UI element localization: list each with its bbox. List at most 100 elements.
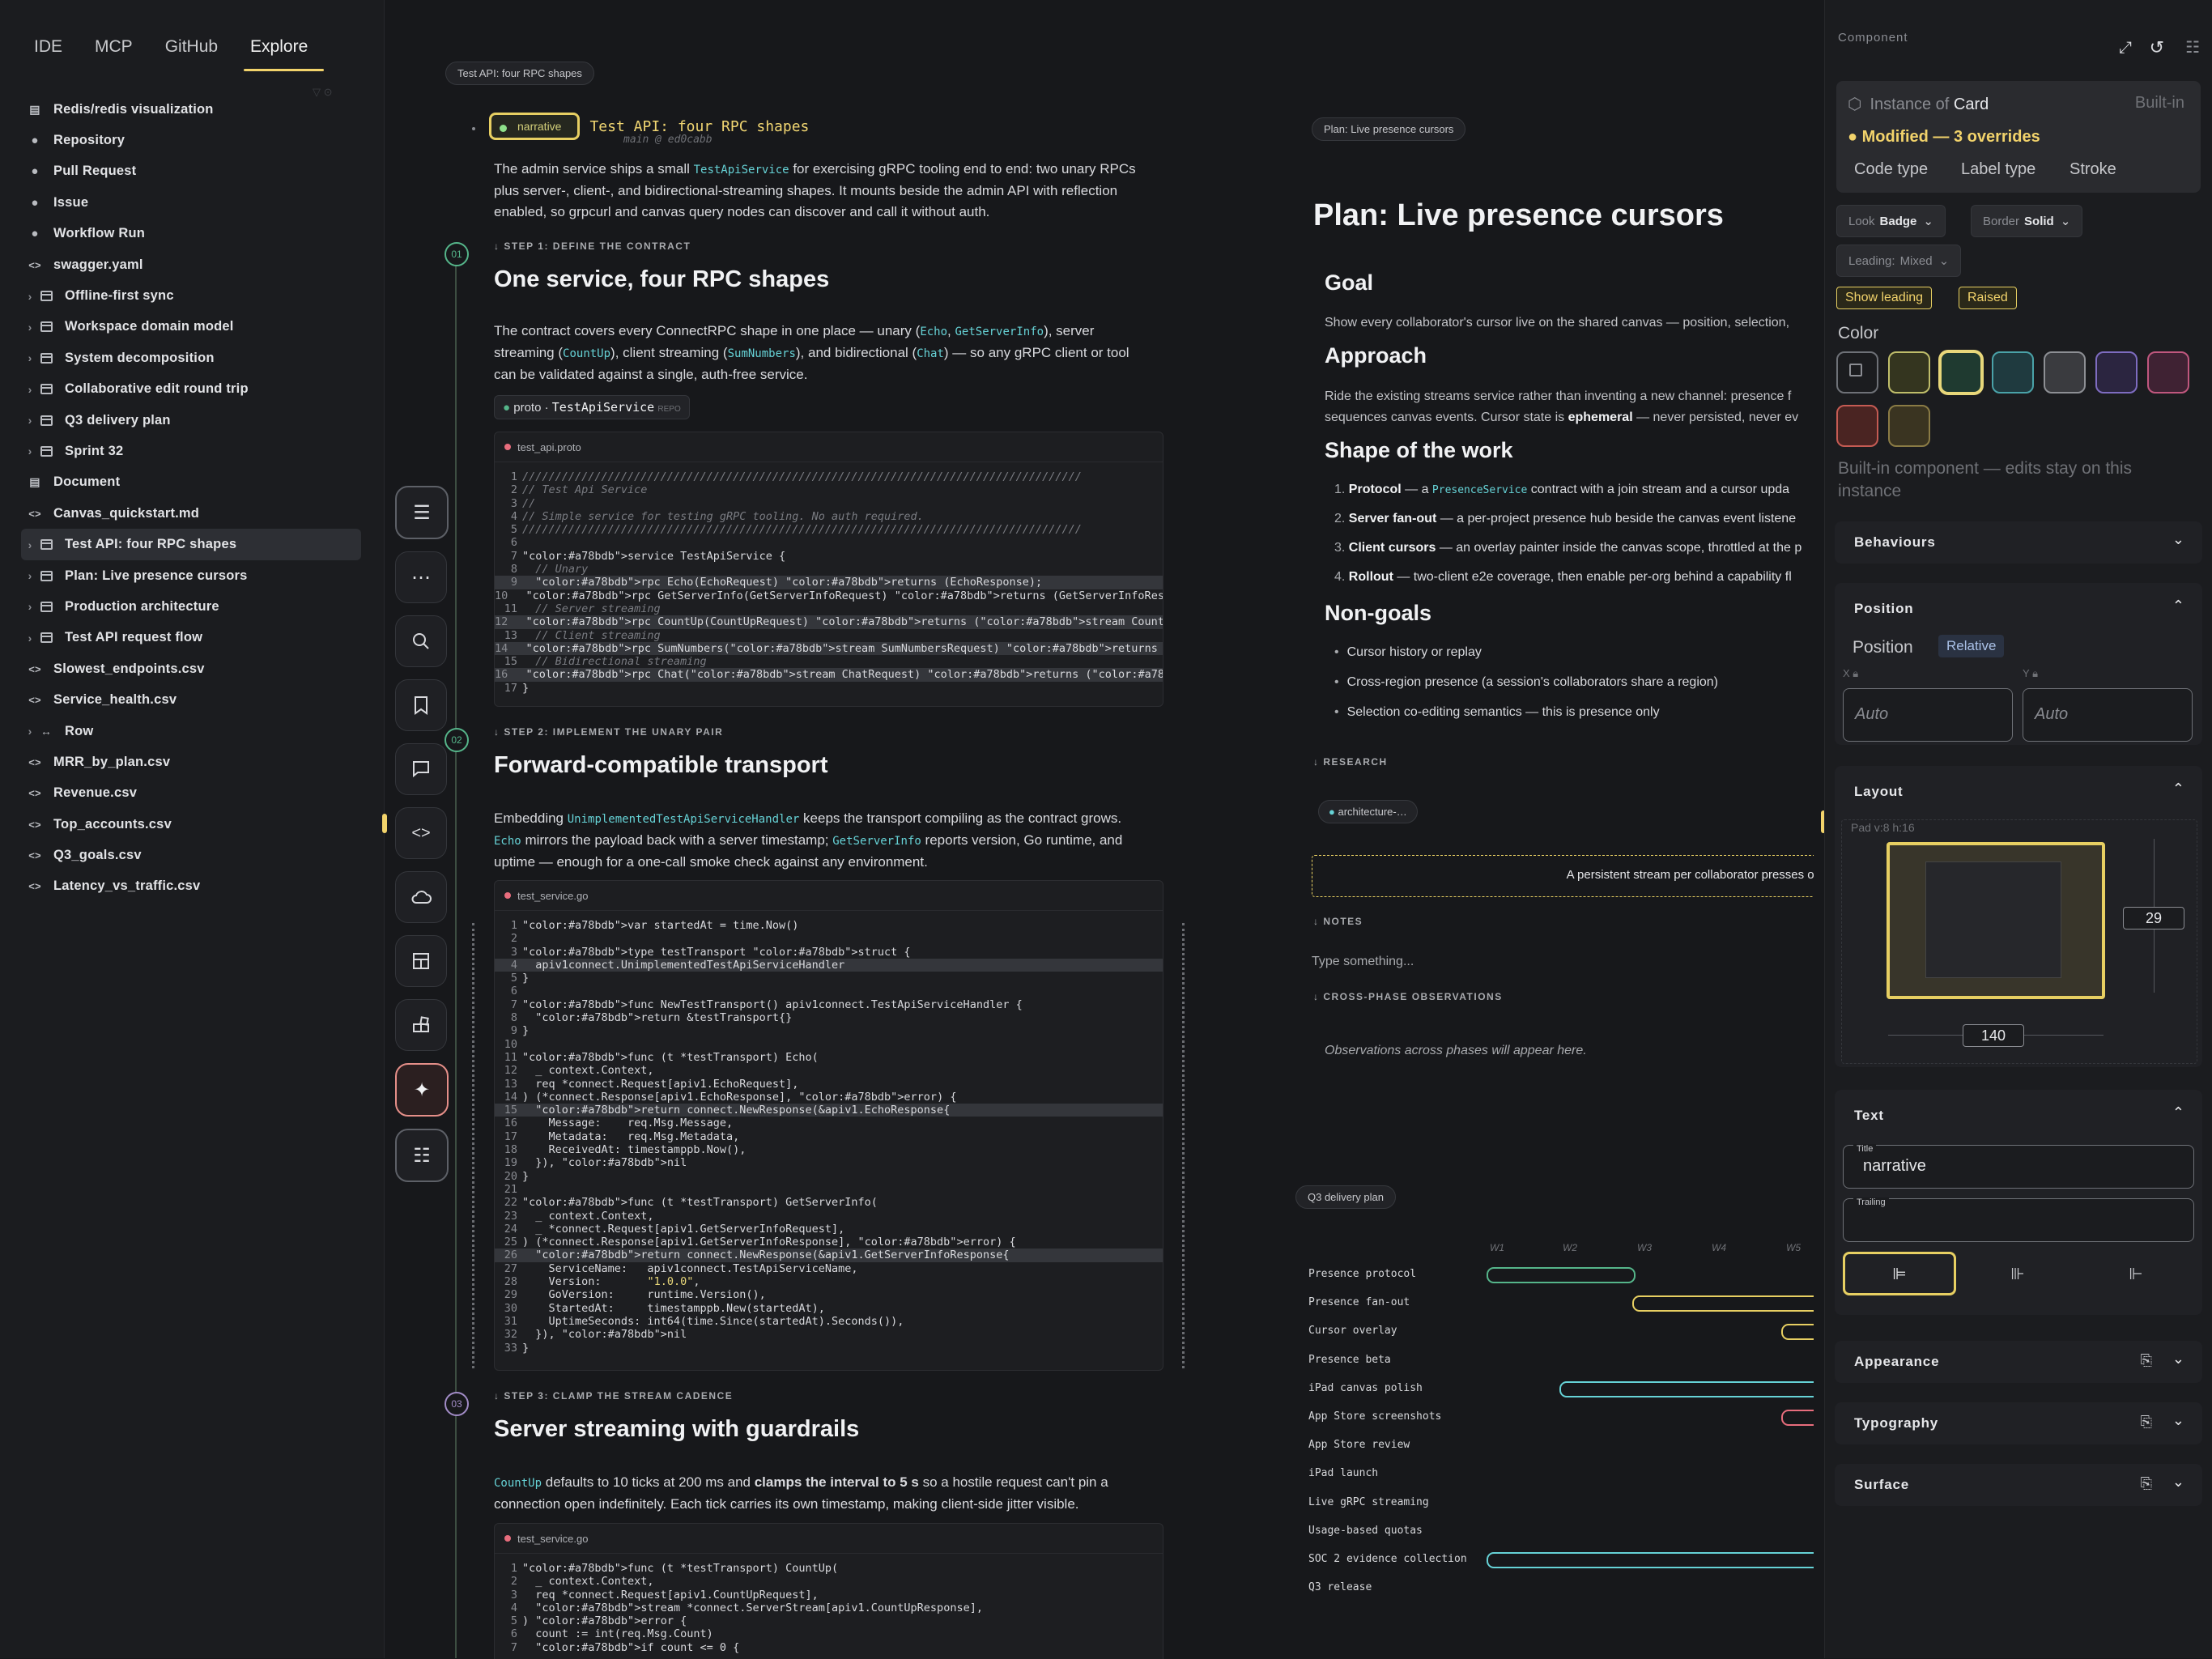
code-block-proto[interactable]: test_api.proto 1////////////////////////… bbox=[494, 432, 1163, 707]
code-block-countup[interactable]: test_service.go 1 "color:#a78bdb">func (t… bbox=[494, 1523, 1163, 1659]
tree-item[interactable]: › Q3 delivery plan bbox=[21, 405, 361, 436]
chevron-up-icon[interactable]: ⌃ bbox=[2172, 1104, 2184, 1121]
tree-item[interactable]: › Offline-first sync bbox=[21, 280, 361, 311]
code-button[interactable]: <> bbox=[395, 807, 447, 859]
x-input[interactable]: Auto bbox=[1843, 688, 2013, 742]
override-code-type[interactable]: Code type bbox=[1854, 160, 1928, 179]
tree-item[interactable]: › Test API request flow bbox=[21, 623, 361, 653]
raised-toggle[interactable]: Raised bbox=[1959, 287, 2017, 309]
height-input[interactable]: 29 bbox=[2123, 907, 2184, 929]
tree-item[interactable]: › Sprint 32 bbox=[21, 436, 361, 466]
typography-section[interactable]: Typography ⎘ ⌄ bbox=[1835, 1402, 2202, 1444]
bookmark-button[interactable] bbox=[395, 679, 447, 731]
tree-item[interactable]: ● Workflow Run bbox=[21, 219, 361, 249]
research-section[interactable]: ↓ RESEARCH bbox=[1313, 756, 1388, 768]
appearance-section[interactable]: Appearance ⎘ ⌄ bbox=[1835, 1341, 2202, 1383]
tree-item[interactable]: ● Issue bbox=[21, 187, 361, 218]
tree-item[interactable]: › Workspace domain model bbox=[21, 312, 361, 342]
leading-dropdown[interactable]: Leading: Mixed ⌄ bbox=[1836, 245, 1962, 277]
override-stroke[interactable]: Stroke bbox=[2069, 160, 2116, 179]
comment-button[interactable] bbox=[395, 743, 447, 795]
title-input[interactable]: Title narrative bbox=[1843, 1144, 2194, 1189]
resize-handle[interactable] bbox=[382, 814, 387, 833]
tree-item[interactable]: <> Top_accounts.csv bbox=[21, 809, 361, 840]
detach-icon[interactable]: ⤢ bbox=[2119, 39, 2132, 57]
y-input[interactable]: Auto bbox=[2023, 688, 2193, 742]
step-label-2[interactable]: ↓ STEP 2: IMPLEMENT THE UNARY PAIR bbox=[494, 726, 723, 738]
tree-item[interactable]: ● Pull Request bbox=[21, 156, 361, 187]
tree-item[interactable]: › System decomposition bbox=[21, 342, 361, 373]
tree-item[interactable]: › ↔ Row bbox=[21, 716, 361, 747]
color-swatch[interactable] bbox=[1836, 405, 1878, 447]
tree-item[interactable]: <> MRR_by_plan.csv bbox=[21, 747, 361, 777]
tree-item[interactable]: › Collaborative edit round trip bbox=[21, 374, 361, 405]
tab-github[interactable]: GitHub bbox=[149, 31, 234, 71]
cloud-button[interactable] bbox=[395, 871, 447, 923]
outline-button[interactable]: ☰ bbox=[395, 486, 449, 539]
color-swatch[interactable] bbox=[2044, 351, 2086, 393]
tree-item[interactable]: › Production architecture bbox=[21, 591, 361, 622]
show-leading-toggle[interactable]: Show leading bbox=[1836, 287, 1933, 309]
behaviours-section[interactable]: Behaviours ⌄ bbox=[1835, 521, 2202, 564]
tab-ide[interactable]: IDE bbox=[18, 31, 79, 71]
tree-item[interactable]: <> Canvas_quickstart.md bbox=[21, 498, 361, 529]
width-input[interactable]: 140 bbox=[1963, 1024, 2024, 1047]
research-chip[interactable]: ● architecture-… bbox=[1318, 800, 1418, 823]
tab-mcp[interactable]: MCP bbox=[79, 31, 149, 71]
align-right-button[interactable]: ⊩ bbox=[2079, 1252, 2193, 1295]
frame-chip[interactable]: Test API: four RPC shapes bbox=[445, 62, 594, 85]
paste-style-icon[interactable]: ⎘ bbox=[2141, 1475, 2152, 1492]
code-block-service[interactable]: test_service.go 1 "color:#a78bdb">var sta… bbox=[494, 880, 1163, 1371]
color-swatch[interactable] bbox=[1992, 351, 2034, 393]
color-swatch[interactable] bbox=[2095, 351, 2138, 393]
tree-item[interactable]: <> Latency_vs_traffic.csv bbox=[21, 871, 361, 902]
step-label-1[interactable]: ↓ STEP 1: DEFINE THE CONTRACT bbox=[494, 240, 691, 252]
box-model-preview[interactable] bbox=[1887, 842, 2105, 999]
tree-item[interactable]: <> Slowest_endpoints.csv bbox=[21, 653, 361, 684]
chevron-up-icon[interactable]: ⌃ bbox=[2172, 598, 2184, 615]
ai-button[interactable]: ✦ bbox=[395, 1063, 449, 1117]
proto-pill[interactable]: ● proto · TestApiService REPO bbox=[494, 395, 690, 419]
cross-phase-section[interactable]: ↓ CROSS-PHASE OBSERVATIONS bbox=[1313, 991, 1503, 1002]
override-label-type[interactable]: Label type bbox=[1961, 160, 2035, 179]
color-swatch[interactable] bbox=[1940, 351, 1982, 393]
search-button[interactable] bbox=[395, 615, 447, 667]
step-label-3[interactable]: ↓ STEP 3: CLAMP THE STREAM CADENCE bbox=[494, 1390, 733, 1402]
chevron-up-icon[interactable]: ⌃ bbox=[2172, 781, 2184, 798]
plan-chip[interactable]: Plan: Live presence cursors bbox=[1312, 117, 1466, 141]
tree-item[interactable]: › Test API: four RPC shapes bbox=[21, 529, 361, 560]
paste-style-icon[interactable]: ⎘ bbox=[2141, 1414, 2152, 1431]
notes-section[interactable]: ↓ NOTES bbox=[1313, 916, 1363, 927]
reset-icon[interactable]: ↺ bbox=[2150, 37, 2164, 58]
notes-input[interactable]: Type something... bbox=[1312, 955, 1414, 969]
color-swatch[interactable] bbox=[1836, 351, 1878, 393]
narrative-badge[interactable]: narrative bbox=[489, 113, 581, 140]
paste-style-icon[interactable]: ⎘ bbox=[2141, 1352, 2152, 1369]
tab-explore[interactable]: Explore bbox=[234, 31, 325, 71]
gantt-chip[interactable]: Q3 delivery plan bbox=[1295, 1185, 1396, 1209]
surface-section[interactable]: Surface ⎘ ⌄ bbox=[1835, 1464, 2202, 1506]
tree-item[interactable]: ● Repository bbox=[21, 125, 361, 155]
look-dropdown[interactable]: Look Badge ⌄ bbox=[1836, 205, 1946, 237]
position-mode[interactable]: Relative bbox=[1938, 635, 2005, 657]
tree-item[interactable]: <> Revenue.csv bbox=[21, 778, 361, 809]
layout-button[interactable] bbox=[395, 935, 447, 987]
color-swatch[interactable] bbox=[2147, 351, 2189, 393]
tree-item[interactable]: <> Q3_goals.csv bbox=[21, 840, 361, 870]
callout-box[interactable]: A persistent stream per collaborator pre… bbox=[1312, 855, 1814, 897]
more-button[interactable]: ⋯ bbox=[395, 551, 447, 603]
align-left-button[interactable]: ⊫ bbox=[1843, 1252, 1956, 1295]
tree-item[interactable]: › Plan: Live presence cursors bbox=[21, 560, 361, 591]
settings-button[interactable]: ☷ bbox=[395, 1129, 449, 1182]
color-swatch[interactable] bbox=[1888, 351, 1930, 393]
tree-item[interactable]: ▤ Redis/redis visualization bbox=[21, 94, 361, 125]
align-center-button[interactable]: ⊪ bbox=[1961, 1252, 2074, 1295]
tree-item[interactable]: <> swagger.yaml bbox=[21, 249, 361, 280]
components-button[interactable] bbox=[395, 999, 447, 1051]
tree-item[interactable]: ▤ Document bbox=[21, 467, 361, 498]
tree-item[interactable]: <> Service_health.csv bbox=[21, 684, 361, 715]
trailing-input[interactable]: Trailing bbox=[1843, 1197, 2194, 1242]
border-dropdown[interactable]: Border Solid ⌄ bbox=[1971, 205, 2083, 237]
options-icon[interactable]: ☷ bbox=[2185, 37, 2200, 57]
color-swatch[interactable] bbox=[1888, 405, 1930, 447]
